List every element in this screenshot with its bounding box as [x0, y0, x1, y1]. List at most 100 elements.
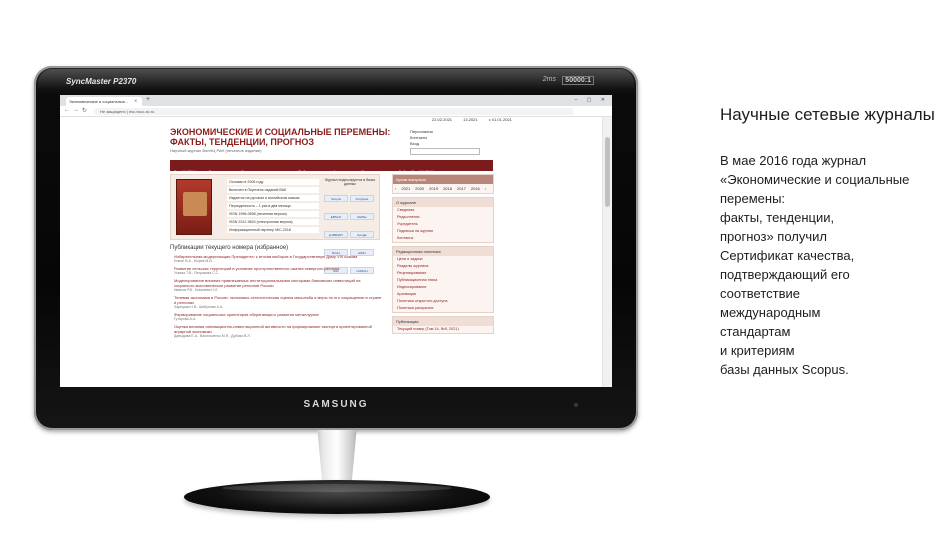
fact-item: Основан в 2008 году — [227, 179, 319, 185]
sidebar-link[interactable]: Публикационная этика — [393, 277, 493, 284]
monitor-brand: SAMSUNG — [303, 399, 369, 410]
scrollbar[interactable] — [602, 117, 612, 387]
publication-list: Избирательная модернизация Президента: к… — [174, 254, 382, 341]
date-2: 13.2021 — [463, 117, 478, 122]
monitor-model: SyncMaster P2370 — [66, 77, 137, 86]
date-1: 22.02.2021 — [432, 117, 453, 122]
year-link[interactable]: 2019 — [429, 186, 438, 191]
about-block: О журнале Сведения Редколлегия Учредител… — [392, 197, 494, 243]
caption-body: В мае 2016 года журнал «Экономические и … — [720, 153, 910, 377]
journal-title-2: факты, тенденции, прогноз — [170, 137, 315, 147]
publication-authors: Зарецкая Н.В., Шабунова А.А. — [174, 305, 224, 309]
reload-icon[interactable]: ↻ — [82, 107, 87, 114]
database-logo[interactable]: Scopus — [324, 195, 348, 202]
sidebar-link[interactable]: Подписка на журнал — [393, 228, 493, 235]
publication-authors: Давыдова Е.А., Васильченко М.Я., Дубова … — [174, 334, 251, 338]
cover-emblem — [183, 192, 207, 216]
journal-facts: Основан в 2008 году Включен в Перечень и… — [227, 179, 319, 235]
database-logo[interactable]: Google — [350, 231, 374, 238]
publication-authors: Ускова Т.В., Патракова С.С. — [174, 271, 220, 275]
header-link[interactable]: Вход — [410, 141, 433, 147]
year-link[interactable]: 2017 — [457, 186, 466, 191]
base-highlight — [222, 484, 452, 492]
scrollbar-thumb[interactable] — [605, 137, 610, 207]
chevron-right-icon[interactable]: › — [485, 186, 486, 191]
date-3: c 01.01.2021 — [488, 117, 512, 122]
about-heading: О журнале — [393, 198, 493, 207]
fact-item: Периодичность – 1 раз в два месяца — [227, 203, 319, 209]
journal-cover[interactable] — [176, 179, 212, 235]
publication-link[interactable]: Оценка влияния инновационно-инвестиционн… — [174, 324, 382, 334]
archive-block: Архив выпусков ‹ 2021 2020 2019 2018 2017 2016… — [392, 174, 494, 194]
sidebar-link[interactable]: Разделы журнала — [393, 263, 493, 270]
sidebar-link[interactable]: Редколлегия — [393, 214, 493, 221]
sidebar-link[interactable]: Текущий номер (Том 14, №5, 2021) — [393, 326, 493, 333]
database-logo[interactable]: RePEc — [350, 213, 374, 220]
publication-authors: Иванов Р.В., Ковалева Н.Л. — [174, 288, 219, 292]
date-box: 22.02.2021 13.2021 c 01.01.2021 — [432, 117, 522, 122]
url-input[interactable]: Не защищено | esc.vscc.ac.ru — [94, 108, 574, 115]
new-tab-icon[interactable]: + — [146, 96, 150, 103]
year-link[interactable]: 2018 — [443, 186, 452, 191]
policy-heading: Редакционная политика — [393, 247, 493, 256]
site-sidebar: Архив выпусков ‹ 2021 2020 2019 2018 2017 2016… — [392, 174, 494, 337]
publications-side-heading: Публикации — [393, 317, 493, 326]
archive-heading: Архив выпусков — [393, 175, 493, 184]
fact-item: Включен в Перечень изданий ВАК — [227, 187, 319, 193]
close-icon[interactable]: ✕ — [134, 98, 137, 103]
sidebar-link[interactable]: Индексирование — [393, 284, 493, 291]
list-item: Моделирование влияния привлекаемых инсти… — [174, 278, 382, 292]
fact-item: ISSN 1998-0698 (печатная версия) — [227, 211, 319, 217]
fact-item: Информационный партнер MIC-2018 — [227, 227, 319, 233]
publication-link[interactable]: Моделирование влияния привлекаемых инсти… — [174, 278, 382, 288]
list-item: Формирование социальных ориентиров сбере… — [174, 312, 382, 321]
list-item: Развитие сельских территорий в условиях … — [174, 266, 382, 275]
header-links: Персоналии Контакты Вход — [410, 129, 433, 147]
year-selector: ‹ 2021 2020 2019 2018 2017 2016 › — [393, 184, 493, 193]
database-logo[interactable]: eLIBRARY — [324, 231, 348, 238]
list-item: Избирательная модернизация Президента: к… — [174, 254, 382, 263]
fact-item: Издается на русском и английском языках — [227, 195, 319, 201]
monitor-response: 2ms — [542, 76, 556, 83]
database-logo[interactable]: EBSCO — [324, 213, 348, 220]
browser-tab[interactable]: Экономические и социальные... — [66, 97, 142, 106]
year-link[interactable]: 2016 — [471, 186, 480, 191]
database-logo[interactable]: ProQuest — [350, 195, 374, 202]
sidebar-link[interactable]: Цели и задачи — [393, 256, 493, 263]
site-search-input[interactable] — [410, 148, 480, 155]
monitor-screen: Экономические и социальные... ✕ + – ▢ ✕ … — [60, 95, 612, 387]
browser-address-bar: ← → ↻ Не защищено | esc.vscc.ac.ru — [60, 106, 612, 117]
sidebar-link[interactable]: Архивация — [393, 291, 493, 298]
browser-tabbar: Экономические и социальные... ✕ + – ▢ ✕ — [60, 95, 612, 106]
caption: Научные сетевые журналы В мае 2016 года … — [720, 104, 942, 379]
sidebar-link[interactable]: Сведения — [393, 207, 493, 214]
publications-block: Публикации Текущий номер (Том 14, №5, 20… — [392, 316, 494, 334]
year-link[interactable]: 2021 — [401, 186, 410, 191]
publication-authors: Гутарова А.А. — [174, 317, 197, 321]
sidebar-link[interactable]: Политика раскрытия — [393, 305, 493, 312]
back-icon[interactable]: ← — [64, 107, 70, 113]
journal-promo: Основан в 2008 году Включен в Перечень и… — [170, 174, 380, 274]
caption-title: Научные сетевые журналы — [720, 105, 935, 124]
journal-title-1: Экономические и социальные перемены: — [170, 127, 391, 137]
sidebar-link[interactable]: Учредитель — [393, 221, 493, 228]
sidebar-link[interactable]: Контакты — [393, 235, 493, 242]
indexed-label: Журнал индексируется в базах данных — [324, 178, 376, 186]
web-page: 22.02.2021 13.2021 c 01.01.2021 Экономич… — [60, 117, 602, 387]
list-item: Теневая экономика в России: экономико-ст… — [174, 295, 382, 309]
sidebar-link[interactable]: Политика открытого доступа — [393, 298, 493, 305]
chevron-left-icon[interactable]: ‹ — [395, 186, 396, 191]
publication-link[interactable]: Теневая экономика в России: экономико-ст… — [174, 295, 382, 305]
site-menu: ВолНЦ РАН О журнале Редакционная политик… — [170, 160, 493, 174]
year-link[interactable]: 2020 — [415, 186, 424, 191]
list-item: Оценка влияния инновационно-инвестиционн… — [174, 324, 382, 338]
sidebar-link[interactable]: Рецензирование — [393, 270, 493, 277]
publication-authors: Ильин В.А., Морев М.В. — [174, 259, 213, 263]
policy-block: Редакционная политика Цели и задачи Разд… — [392, 246, 494, 313]
monitor-contrast: 50000:1 — [562, 76, 594, 85]
fact-item: ISSN 2312-9824 (электронная версия) — [227, 219, 319, 225]
power-button — [574, 403, 578, 407]
window-controls-icon[interactable]: – ▢ ✕ — [575, 97, 609, 103]
forward-icon[interactable]: → — [73, 107, 79, 113]
publications-heading: Публикации текущего номера (избранное) — [170, 245, 289, 251]
